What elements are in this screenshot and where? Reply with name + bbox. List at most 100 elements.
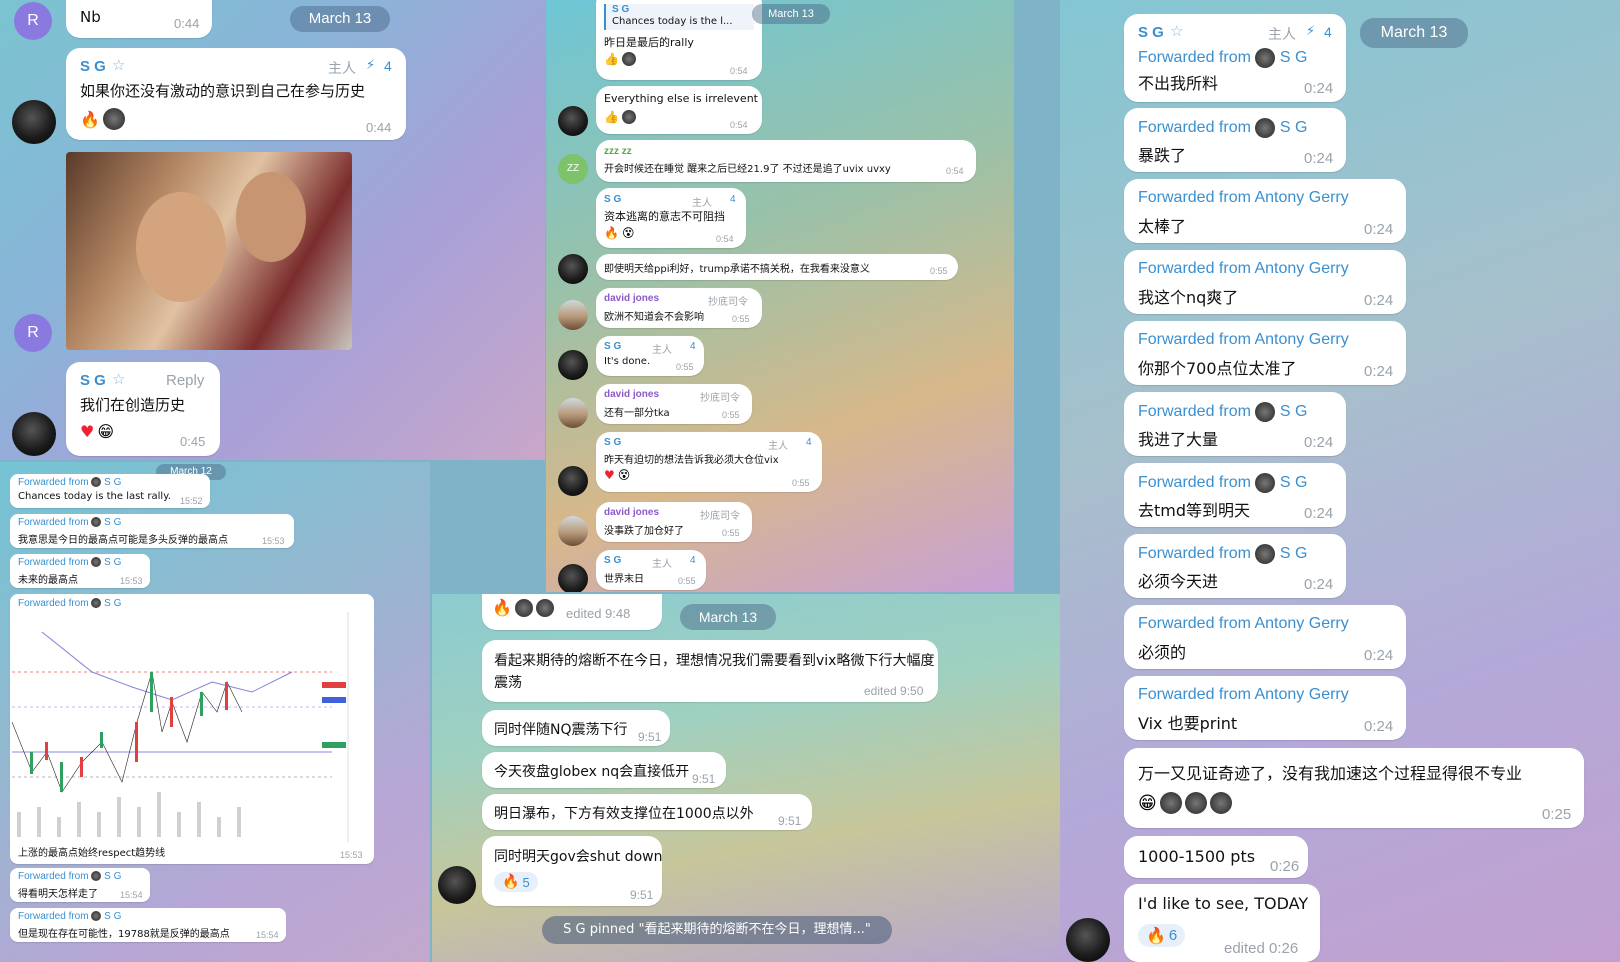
message-bubble[interactable]: Forwarded from S G 未来的最高点 15:53 xyxy=(10,554,150,588)
message-bubble[interactable]: 今天夜盘globex nq会直接低开 9:51 xyxy=(482,752,726,788)
sender-name[interactable]: S G xyxy=(604,555,621,566)
avatar[interactable] xyxy=(1066,918,1110,962)
photo-message[interactable] xyxy=(66,152,352,350)
fire-emoji-icon[interactable]: 🔥 xyxy=(492,598,512,617)
reactions[interactable]: 🔥 6 xyxy=(1138,924,1186,947)
message-bubble[interactable]: Forwarded from S G 但是现在存在可能性，19788就是反弹的最… xyxy=(10,908,286,942)
message-bubble[interactable]: S G 主人 4 资本逃离的意志不可阻挡 🔥 😵 0:54 xyxy=(596,188,746,248)
reactions[interactable]: 😁 xyxy=(1138,792,1232,814)
grin-emoji-icon[interactable]: 😁 xyxy=(1138,793,1157,814)
message-bubble[interactable]: S G Chances today is the l... 昨日是最后的rall… xyxy=(596,0,762,80)
avatar[interactable]: R xyxy=(14,2,52,40)
face-emoji-icon[interactable]: 😵 xyxy=(622,226,635,240)
avatar[interactable] xyxy=(558,516,588,546)
pinned-message-notice[interactable]: S G pinned "看起来期待的熔断不在今日，理想情..." xyxy=(542,916,892,944)
reply-label[interactable]: Reply xyxy=(166,372,204,389)
message-bubble[interactable]: S G 主人 4 世界末日 0:55 xyxy=(596,550,706,590)
message-time: 0:55 xyxy=(678,576,696,586)
heart-emoji-icon[interactable]: ♥ xyxy=(604,468,615,482)
reactions[interactable]: ♥ 😵 xyxy=(604,468,630,482)
message-bubble[interactable]: Forwarded from Antony Gerry 你那个700点位太准了 … xyxy=(1124,321,1406,385)
reactions[interactable]: 🔥 xyxy=(80,108,125,130)
message-bubble[interactable]: Forwarded from S G 上涨的最高点始终respect趋势线 15… xyxy=(10,594,374,864)
avatar[interactable]: ZZ xyxy=(558,154,588,184)
message-bubble[interactable]: Forwarded from Antony Gerry Vix 也要print … xyxy=(1124,676,1406,740)
message-bubble[interactable]: Everything else is irrelevent 👍 0:54 xyxy=(596,86,762,134)
message-bubble[interactable]: Forwarded from Antony Gerry 必须的 0:24 xyxy=(1124,605,1406,669)
thumbs-up-emoji-icon[interactable]: 👍 xyxy=(604,110,619,124)
message-bubble[interactable]: 🔥 edited 9:48 xyxy=(482,594,662,630)
heart-emoji-icon[interactable]: ♥ xyxy=(80,422,94,441)
message-bubble[interactable]: Forwarded from S G 我进了大量 0:24 xyxy=(1124,392,1346,456)
message-time: 9:51 xyxy=(630,888,654,902)
avatar xyxy=(1255,402,1276,422)
avatar[interactable]: R xyxy=(14,314,52,352)
message-bubble[interactable]: S G ☆ Reply 我们在创造历史 ♥ 😁 0:45 xyxy=(66,362,220,456)
message-bubble[interactable]: Forwarded from S G 我意思是今日的最高点可能是多头反弹的最高点… xyxy=(10,514,294,548)
sender-name[interactable]: S G xyxy=(80,372,106,389)
sender-name[interactable]: S G xyxy=(1138,24,1164,41)
sender-name[interactable]: zzz zz xyxy=(604,146,632,157)
message-bubble[interactable]: S G 主人 4 It's done. 0:55 xyxy=(596,336,704,376)
message-bubble[interactable]: 即使明天给ppi利好，trump承诺不搞关税，在我看来没意义 0:55 xyxy=(596,254,958,280)
sender-name[interactable]: S G xyxy=(80,58,106,75)
reactor-avatar xyxy=(621,52,636,66)
message-bubble[interactable]: david jones 抄底司令 还有一部分tka 0:55 xyxy=(596,384,752,424)
sender-name[interactable]: david jones xyxy=(604,293,659,304)
avatar[interactable] xyxy=(558,106,588,136)
person-face-icon xyxy=(236,172,306,262)
fire-emoji-icon[interactable]: 🔥 xyxy=(604,226,619,240)
message-bubble[interactable]: david jones 抄底司令 没事跌了加仓好了 0:55 xyxy=(596,502,752,542)
message-bubble[interactable]: Forwarded from Antony Gerry 我这个nq爽了 0:24 xyxy=(1124,250,1406,314)
fire-emoji-icon[interactable]: 🔥 xyxy=(1146,926,1166,945)
chart-screenshot-image[interactable] xyxy=(12,612,372,842)
message-bubble[interactable]: david jones 抄底司令 欧洲不知道会不会影响 0:55 xyxy=(596,288,762,328)
sender-name[interactable]: david jones xyxy=(604,389,659,400)
chat-panel-top-middle: S G Chances today is the l... 昨日是最后的rall… xyxy=(546,0,1014,592)
reactions[interactable]: ♥ 😁 xyxy=(80,422,114,441)
message-bubble[interactable]: Forwarded from S G 得看明天怎样走了 15:54 xyxy=(10,868,150,902)
avatar[interactable] xyxy=(12,412,56,456)
sender-name[interactable]: david jones xyxy=(604,507,659,518)
message-bubble[interactable]: S G ☆ 主人 ⚡ 4 如果你还没有激动的意识到自己在参与历史 🔥 0:44 xyxy=(66,48,406,140)
face-emoji-icon[interactable]: 😵 xyxy=(618,468,631,482)
message-bubble[interactable]: Forwarded from S G 去tmd等到明天 0:24 xyxy=(1124,463,1346,527)
fire-emoji-icon[interactable]: 🔥 xyxy=(80,110,100,129)
message-bubble[interactable]: S G ☆ 主人 ⚡ 4 Forwarded from S G 不出我所料 0:… xyxy=(1124,14,1346,102)
avatar[interactable] xyxy=(558,254,588,284)
message-bubble[interactable]: zzz zz 开会时候还在睡觉 醒来之后已经21.9了 不过还是追了uvix u… xyxy=(596,140,976,182)
sender-name[interactable]: S G xyxy=(604,194,621,205)
message-bubble[interactable]: Forwarded from S G Chances today is the … xyxy=(10,474,210,508)
message-bubble[interactable]: Forwarded from Antony Gerry 太棒了 0:24 xyxy=(1124,179,1406,243)
avatar[interactable] xyxy=(558,350,588,380)
message-bubble[interactable]: Nb 0:44 xyxy=(66,0,212,38)
thumbs-up-emoji-icon[interactable]: 👍 xyxy=(604,52,619,66)
avatar[interactable] xyxy=(558,466,588,496)
reactions[interactable]: 👍 xyxy=(604,52,636,66)
reply-quote[interactable]: S G Chances today is the l... xyxy=(604,4,754,30)
message-bubble[interactable]: 万一又见证奇迹了，没有我加速这个过程显得很不专业 😁 0:25 xyxy=(1124,748,1584,828)
sender-name[interactable]: S G xyxy=(604,437,621,448)
message-bubble[interactable]: 看起来期待的熔断不在今日，理想情况我们需要看到vix略微下行大幅度 震荡 edi… xyxy=(482,640,938,702)
message-bubble[interactable]: Forwarded from S G 必须今天进 0:24 xyxy=(1124,534,1346,598)
avatar[interactable] xyxy=(558,564,588,592)
sender-name[interactable]: S G xyxy=(604,341,621,352)
avatar[interactable] xyxy=(12,100,56,144)
grin-emoji-icon[interactable]: 😁 xyxy=(97,422,114,441)
message-bubble[interactable]: I'd like to see, TODAY 🔥 6 edited 0:26 xyxy=(1124,884,1320,962)
message-bubble[interactable]: 1000-1500 pts 0:26 xyxy=(1124,836,1308,878)
message-bubble[interactable]: Forwarded from S G 暴跌了 0:24 xyxy=(1124,108,1346,172)
message-bubble[interactable]: 同时明天gov会shut down 🔥 5 9:51 xyxy=(482,836,663,906)
reactions[interactable]: 👍 xyxy=(604,110,636,124)
avatar[interactable] xyxy=(558,398,588,428)
fire-emoji-icon[interactable]: 🔥 xyxy=(502,874,519,890)
message-bubble[interactable]: 明日瀑布，下方有效支撑位在1000点以外 9:51 xyxy=(482,794,812,830)
reactions[interactable]: 🔥 😵 xyxy=(604,226,634,240)
reactions[interactable]: 🔥 5 xyxy=(494,872,538,892)
avatar[interactable] xyxy=(438,866,476,904)
message-bubble[interactable]: S G 主人 4 昨天有迫切的想法告诉我必须大仓位vix ♥ 😵 0:55 xyxy=(596,432,822,492)
message-bubble[interactable]: 同时伴随NQ震荡下行 9:51 xyxy=(482,710,670,746)
reaction-count: 5 xyxy=(522,874,530,890)
avatar[interactable] xyxy=(558,300,588,330)
reactions[interactable]: 🔥 xyxy=(492,598,554,617)
